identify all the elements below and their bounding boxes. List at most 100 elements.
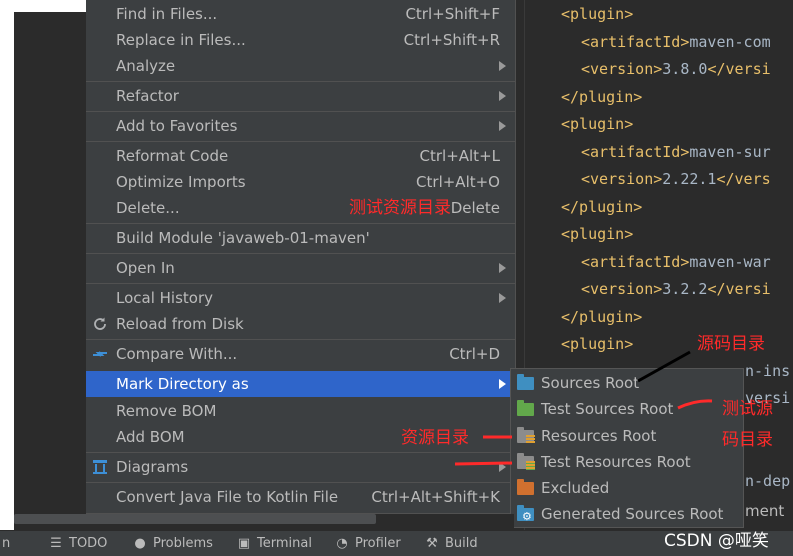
menu-item-label: Compare With...	[116, 345, 238, 363]
annotation-test-resource-dir: 测试资源目录	[349, 198, 451, 218]
diagram-icon	[93, 460, 107, 474]
test-resources-marker-icon	[526, 461, 535, 470]
code-line: </plugin>	[561, 87, 642, 107]
menu-item-open-in[interactable]: Open In	[86, 255, 516, 281]
annotation-test-source-dir-line2: 码目录	[722, 430, 773, 450]
submenu-item-test-resources-root[interactable]: Test Resources Root	[511, 449, 743, 475]
compare-icon	[93, 351, 107, 357]
xml-tag: <plugin>	[561, 335, 634, 353]
horizontal-scrollbar-thumb[interactable]	[14, 514, 376, 524]
screenshot-margin-top	[14, 0, 86, 12]
project-panel-edge	[14, 12, 86, 530]
submenu-arrow-icon	[499, 263, 506, 273]
menu-item-shortcut: Ctrl+Alt+Shift+K	[371, 488, 500, 506]
tool-tab-todo[interactable]: ☰ TODO	[48, 531, 107, 556]
menu-item-delete[interactable]: Delete... Delete	[86, 195, 516, 221]
xml-tag: <artifactId>	[581, 252, 690, 271]
code-line: <artifactId>maven-com	[581, 32, 771, 52]
tool-tab-label: Terminal	[257, 536, 312, 551]
submenu-item-sources-root[interactable]: Sources Root	[511, 370, 743, 396]
test-sources-root-folder-icon	[517, 400, 534, 416]
menu-item-analyze[interactable]: Analyze	[86, 53, 516, 79]
code-line: <artifactId>maven-war	[581, 252, 771, 272]
menu-item-diagrams[interactable]: Diagrams	[86, 454, 516, 480]
reload-icon	[94, 317, 106, 330]
menu-separator	[86, 283, 516, 284]
tool-tab-label: Profiler	[355, 536, 401, 551]
submenu-item-label: Test Sources Root	[541, 400, 674, 418]
menu-item-label: Mark Directory as	[116, 375, 249, 393]
menu-item-refactor[interactable]: Refactor	[86, 83, 516, 109]
xml-tag: </plugin>	[561, 307, 643, 326]
submenu-item-test-sources-root[interactable]: Test Sources Root	[511, 396, 743, 422]
menu-item-label: Convert Java File to Kotlin File	[116, 488, 339, 506]
submenu-arrow-icon	[499, 462, 506, 472]
tool-tab-terminal[interactable]: ▣ Terminal	[236, 531, 312, 556]
code-line: </plugin>	[561, 307, 642, 327]
editor-partial-dep: n-dep	[745, 472, 791, 490]
menu-item-shortcut: Ctrl+Shift+F	[405, 5, 500, 23]
submenu-item-generated-sources-root[interactable]: ⚙ Generated Sources Root	[511, 501, 743, 527]
menu-item-add-to-favorites[interactable]: Add to Favorites	[86, 113, 516, 139]
menu-item-replace-in-files[interactable]: Replace in Files... Ctrl+Shift+R	[86, 27, 516, 53]
menu-item-convert-java-to-kotlin[interactable]: Convert Java File to Kotlin File Ctrl+Al…	[86, 484, 516, 510]
annotation-source-dir: 源码目录	[697, 334, 765, 354]
code-line: <plugin>	[561, 114, 633, 134]
menu-item-reformat-code[interactable]: Reformat Code Ctrl+Alt+L	[86, 143, 516, 169]
xml-tag: <plugin>	[561, 115, 634, 133]
menu-item-remove-bom[interactable]: Remove BOM	[86, 398, 516, 424]
xml-text: 3.8.0	[662, 60, 708, 78]
tool-tab-build[interactable]: ⚒ Build	[424, 531, 477, 556]
submenu-item-resources-root[interactable]: Resources Root	[511, 423, 743, 449]
resources-marker-icon	[526, 435, 535, 444]
menu-item-mark-directory-as[interactable]: Mark Directory as	[86, 371, 516, 397]
code-line: <artifactId>maven-sur	[581, 142, 771, 162]
menu-item-label: Replace in Files...	[116, 31, 246, 49]
terminal-icon: ▣	[237, 536, 251, 551]
xml-text: 2.22.1	[662, 170, 717, 188]
menu-item-label: Remove BOM	[116, 402, 217, 420]
menu-separator	[86, 452, 516, 453]
menu-item-compare-with[interactable]: Compare With... Ctrl+D	[86, 341, 516, 367]
submenu-arrow-icon	[499, 61, 506, 71]
xml-text: maven-com	[689, 32, 771, 51]
tool-tab-partial[interactable]: n	[2, 531, 10, 556]
menu-item-find-in-files[interactable]: Find in Files... Ctrl+Shift+F	[86, 1, 516, 27]
annotation-resource-dir: 资源目录	[401, 428, 469, 448]
xml-tag: <artifactId>	[581, 32, 690, 51]
code-line: </plugin>	[561, 197, 642, 217]
xml-text: 3.2.2	[662, 280, 708, 298]
menu-item-build-module[interactable]: Build Module 'javaweb-01-maven'	[86, 225, 516, 251]
code-line: <version>2.22.1</vers	[581, 169, 771, 189]
menu-item-local-history[interactable]: Local History	[86, 285, 516, 311]
menu-separator	[86, 141, 516, 142]
menu-item-shortcut: Delete	[450, 199, 500, 217]
todo-icon: ☰	[50, 536, 62, 551]
submenu-item-label: Excluded	[541, 479, 610, 497]
tool-tab-profiler[interactable]: ◔ Profiler	[334, 531, 401, 556]
xml-tag: <artifactId>	[581, 142, 690, 161]
xml-tag: </plugin>	[561, 197, 643, 216]
submenu-arrow-icon	[499, 293, 506, 303]
menu-item-shortcut: Ctrl+Shift+R	[403, 31, 500, 49]
submenu-item-label: Generated Sources Root	[541, 505, 724, 523]
menu-item-label: Analyze	[116, 57, 176, 75]
menu-item-optimize-imports[interactable]: Optimize Imports Ctrl+Alt+O	[86, 169, 516, 195]
build-icon: ⚒	[426, 536, 438, 551]
menu-separator	[86, 111, 516, 112]
submenu-item-label: Test Resources Root	[541, 453, 691, 471]
xml-text: maven-war	[689, 252, 771, 271]
csdn-watermark: CSDN @哑笑	[664, 531, 769, 551]
submenu-arrow-icon	[499, 91, 506, 101]
xml-close-tag: </versi	[707, 280, 771, 298]
menu-separator	[86, 223, 516, 224]
submenu-item-excluded[interactable]: Excluded	[511, 475, 743, 501]
code-line: <plugin>	[561, 334, 633, 354]
menu-item-label: Add to Favorites	[116, 117, 238, 135]
tool-tab-label: n	[2, 536, 11, 551]
menu-item-label: Optimize Imports	[116, 173, 246, 191]
tool-tab-problems[interactable]: ● Problems	[132, 531, 213, 556]
annotation-test-source-dir-line1: 测试源	[722, 399, 773, 419]
menu-item-reload-from-disk[interactable]: Reload from Disk	[86, 311, 516, 337]
mark-directory-submenu: Sources Root Test Sources Root Resources…	[510, 368, 744, 528]
